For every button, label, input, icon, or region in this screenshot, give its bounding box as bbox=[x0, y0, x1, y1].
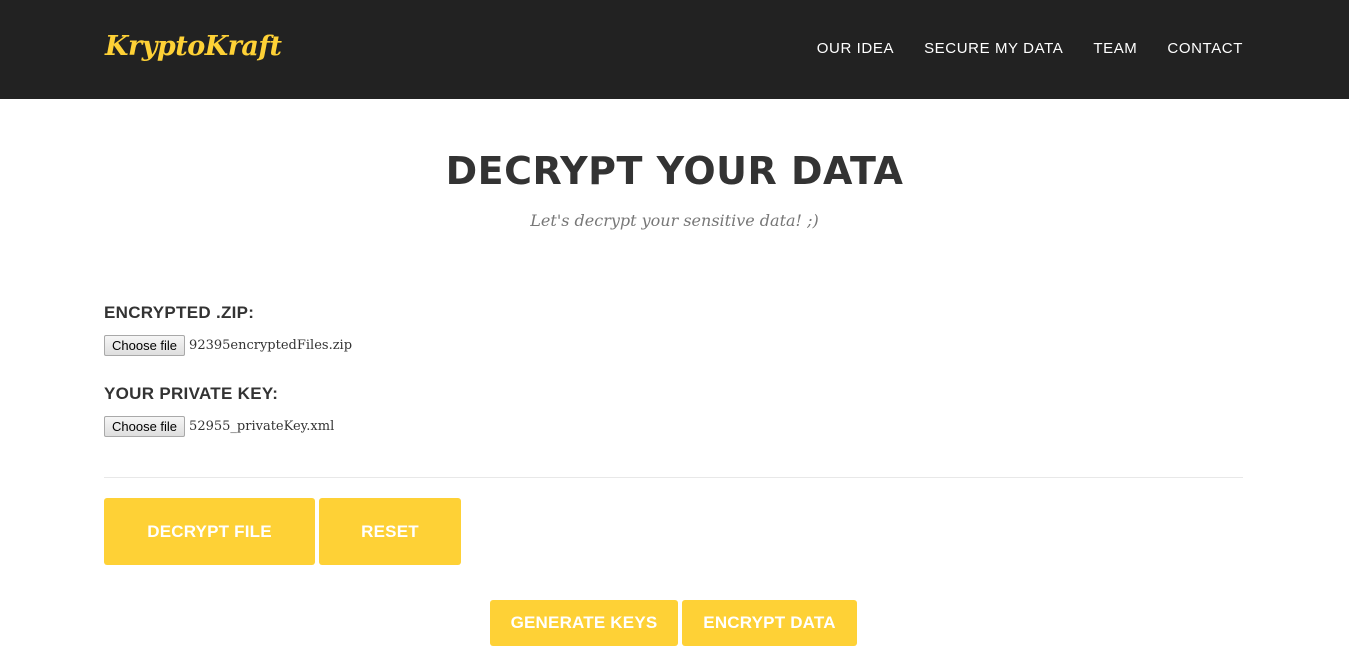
nav-link-our-idea[interactable]: OUR IDEA bbox=[817, 40, 894, 57]
key-field-group: YOUR PRIVATE KEY: Choose file 52955_priv… bbox=[104, 384, 334, 437]
zip-field-label: ENCRYPTED .ZIP: bbox=[104, 303, 255, 322]
key-file-input: Choose file 52955_privateKey.xml bbox=[104, 416, 334, 437]
encrypt-data-button[interactable]: ENCRYPT DATA bbox=[682, 600, 857, 646]
nav-link-secure-my-data[interactable]: SECURE MY DATA bbox=[924, 40, 1063, 57]
generate-keys-button[interactable]: GENERATE KEYS bbox=[490, 600, 678, 646]
zip-choose-file-button[interactable]: Choose file bbox=[104, 335, 186, 356]
form-divider bbox=[104, 477, 1243, 478]
key-choose-file-button[interactable]: Choose file bbox=[104, 416, 186, 437]
nav-links: OUR IDEA SECURE MY DATA TEAM CONTACT bbox=[817, 40, 1243, 57]
navbar: KryptoKraft OUR IDEA SECURE MY DATA TEAM… bbox=[0, 0, 1349, 99]
brand-logo[interactable]: KryptoKraft bbox=[105, 31, 282, 62]
zip-file-input: Choose file 92395encryptedFiles.zip bbox=[104, 335, 352, 356]
reset-button[interactable]: RESET bbox=[319, 498, 461, 565]
key-file-name: 52955_privateKey.xml bbox=[189, 419, 335, 434]
nav-link-contact[interactable]: CONTACT bbox=[1167, 40, 1243, 57]
key-field-label: YOUR PRIVATE KEY: bbox=[104, 384, 279, 403]
page-subtitle: Let's decrypt your sensitive data! ;) bbox=[530, 211, 819, 230]
zip-field-group: ENCRYPTED .ZIP: Choose file 92395encrypt… bbox=[104, 303, 352, 356]
page-title: DECRYPT YOUR DATA bbox=[445, 149, 904, 193]
nav-link-team[interactable]: TEAM bbox=[1093, 40, 1137, 57]
zip-file-name: 92395encryptedFiles.zip bbox=[189, 338, 353, 353]
decrypt-file-button[interactable]: DECRYPT FILE bbox=[104, 498, 315, 565]
